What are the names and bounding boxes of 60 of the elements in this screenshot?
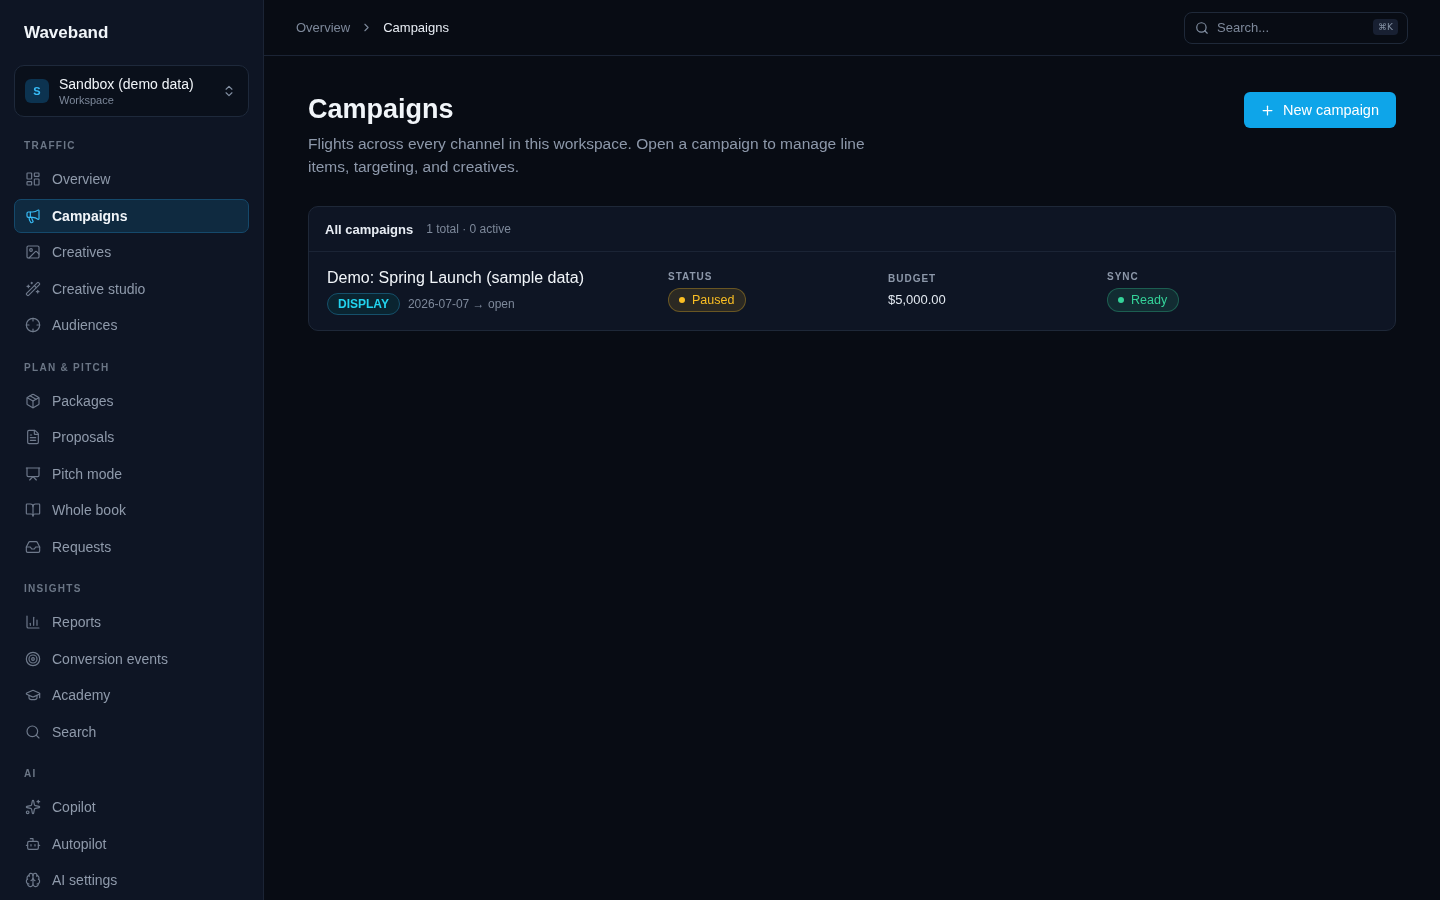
panel-summary: 1 total · 0 active: [426, 222, 511, 236]
search-icon: [25, 723, 41, 740]
open-book-icon: [25, 502, 41, 519]
page-title: Campaigns: [308, 93, 455, 126]
document-icon: [25, 429, 41, 446]
nav-item[interactable]: Creative studio: [14, 271, 249, 306]
nav-item[interactable]: Proposals: [14, 420, 249, 455]
nav-item[interactable]: Whole book: [14, 493, 249, 528]
nav-item[interactable]: Reports: [14, 605, 249, 640]
megaphone-icon: [25, 207, 41, 224]
nav-section-label: AI: [23, 767, 38, 781]
panel-title: All campaigns: [325, 221, 414, 237]
workspace-caption: Workspace: [59, 94, 115, 107]
nav-section-label: INSIGHTS: [23, 582, 83, 596]
breadcrumb-link[interactable]: Overview: [296, 20, 351, 35]
column-label: STATUS: [668, 270, 713, 284]
inbox-tray-icon: [25, 538, 41, 555]
nav-section-label: PLAN & PITCH: [23, 360, 111, 375]
column-label: SYNC: [1107, 270, 1139, 284]
channel-tag: DISPLAY: [327, 293, 400, 315]
plus-icon: [1260, 102, 1276, 118]
field-value: $5,000.00: [888, 291, 946, 309]
nav-item[interactable]: Packages: [14, 383, 249, 418]
page-description: Flights across every channel in this workspace. Open a campaign to manage line items, targeting, and creatives.: [308, 134, 866, 177]
package-icon: [25, 392, 41, 409]
campaign-name-link[interactable]: Demo: Spring Launch (sample data): [327, 267, 585, 289]
brand-name: Waveband: [23, 22, 110, 44]
crosshair-icon: [25, 317, 41, 334]
bar-chart-icon: [25, 614, 41, 631]
search-icon: [1195, 20, 1209, 35]
sparkles-icon: [25, 799, 41, 816]
shortcut-key: ⌘K: [1373, 18, 1398, 35]
nav-item[interactable]: Audiences: [14, 308, 249, 343]
brain-icon: [25, 872, 41, 889]
nav-item[interactable]: Conversion events: [14, 641, 249, 676]
nav-item[interactable]: Autopilot: [14, 826, 249, 861]
workspace-switcher[interactable]: S Sandbox (demo data) Workspace: [14, 65, 249, 117]
nav-item[interactable]: Pitch mode: [14, 456, 249, 491]
nav-section-label: TRAFFIC: [23, 139, 77, 153]
status-pill: Paused: [668, 288, 747, 312]
image-icon: [25, 244, 41, 261]
column-label: BUDGET: [888, 272, 937, 286]
nav-item[interactable]: Requests: [14, 529, 249, 564]
grid-icon: [25, 171, 41, 188]
target-icon: [25, 650, 41, 667]
robot-icon: [25, 835, 41, 852]
magic-wand-icon: [25, 280, 41, 297]
workspace-avatar: S: [25, 79, 49, 103]
flight-dates: 2026-07-07 → open: [407, 297, 515, 311]
workspace-name: Sandbox (demo data): [59, 75, 195, 93]
presentation-board-icon: [25, 465, 41, 482]
nav-item[interactable]: Copilot: [14, 790, 249, 825]
nav-item[interactable]: Search: [14, 714, 249, 749]
nav-item[interactable]: Campaigns: [14, 198, 249, 233]
nav-item[interactable]: Academy: [14, 678, 249, 713]
breadcrumb-link[interactable]: Campaigns: [383, 20, 449, 35]
status-pill: Ready: [1107, 288, 1180, 312]
nav-item[interactable]: AI settings: [14, 863, 249, 898]
nav-item[interactable]: Overview: [14, 162, 249, 197]
nav-item[interactable]: Creatives: [14, 235, 249, 270]
